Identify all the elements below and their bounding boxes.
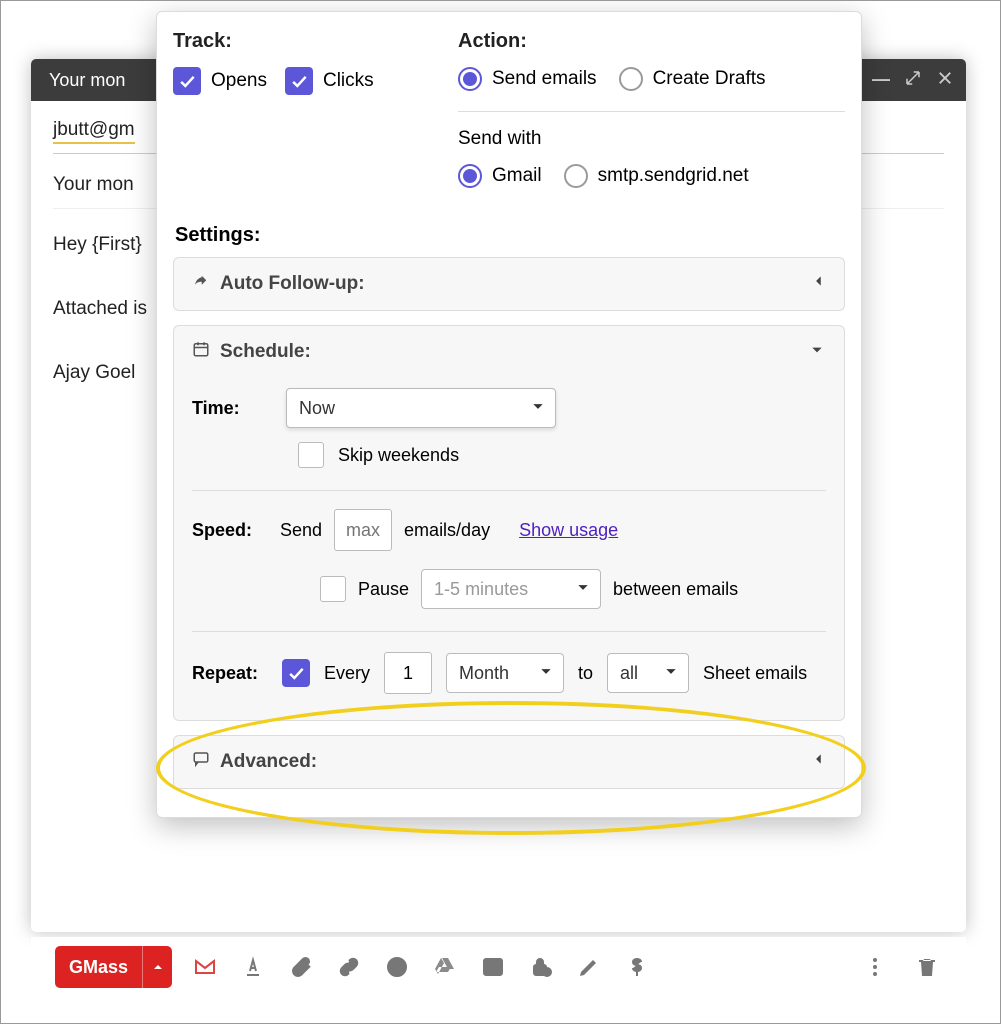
pause-interval-select[interactable]: 1-5 minutes xyxy=(421,569,601,609)
time-select[interactable]: Now xyxy=(286,388,556,428)
skip-weekends-checkbox[interactable] xyxy=(298,442,324,468)
subject-text: Your mon xyxy=(53,174,134,195)
speed-unit-text: emails/day xyxy=(404,520,490,541)
auto-followup-header[interactable]: Auto Follow-up: xyxy=(174,258,844,310)
repeat-to-text: to xyxy=(578,663,593,684)
track-label: Track: xyxy=(173,30,458,53)
opens-checkbox[interactable]: Opens xyxy=(173,67,267,95)
speed-send-text: Send xyxy=(280,520,322,541)
repeat-target-value: all xyxy=(620,663,638,684)
chevron-left-icon xyxy=(812,272,826,296)
clicks-label: Clicks xyxy=(323,70,374,92)
close-icon[interactable] xyxy=(936,69,954,87)
chat-icon xyxy=(192,750,210,774)
caret-down-icon xyxy=(531,398,545,419)
action-label: Action: xyxy=(458,30,845,53)
app-frame: Your mon — jbutt@gm Your mon Hey {First}… xyxy=(0,0,1001,1024)
gmass-button[interactable]: GMass xyxy=(55,946,172,988)
image-icon[interactable] xyxy=(478,952,508,982)
skip-weekends-label: Skip weekends xyxy=(338,445,459,466)
pause-suffix: between emails xyxy=(613,579,738,600)
gmass-settings-popup: Track: Opens Clicks xyxy=(156,11,862,818)
auto-followup-label: Auto Follow-up: xyxy=(220,273,365,295)
lock-clock-icon[interactable] xyxy=(526,952,556,982)
compose-toolbar: GMass xyxy=(31,937,966,997)
settings-label: Settings: xyxy=(175,224,845,247)
pause-value: 1-5 minutes xyxy=(434,579,528,600)
repeat-unit-select[interactable]: Month xyxy=(446,653,564,693)
attachment-icon[interactable] xyxy=(286,952,316,982)
speed-label: Speed: xyxy=(192,520,268,541)
recipient-chip[interactable]: jbutt@gm xyxy=(53,119,135,144)
gmass-button-label: GMass xyxy=(55,957,142,978)
repeat-target-select[interactable]: all xyxy=(607,653,689,693)
checkbox-checked-icon xyxy=(173,67,201,95)
advanced-panel: Advanced: xyxy=(173,735,845,789)
share-icon xyxy=(192,272,210,296)
caret-down-icon xyxy=(576,579,590,600)
trash-icon[interactable] xyxy=(912,952,942,982)
create-drafts-radio[interactable]: Create Drafts xyxy=(619,67,766,91)
time-label: Time: xyxy=(192,398,268,419)
chevron-left-icon xyxy=(812,750,826,774)
gmass-dropdown-toggle[interactable] xyxy=(142,946,172,988)
radio-selected-icon xyxy=(458,67,482,91)
smtp-radio[interactable]: smtp.sendgrid.net xyxy=(564,164,749,188)
schedule-panel: Schedule: Time: Now Skip weekends xyxy=(173,325,845,721)
emoji-icon[interactable] xyxy=(382,952,412,982)
clicks-checkbox[interactable]: Clicks xyxy=(285,67,374,95)
advanced-header[interactable]: Advanced: xyxy=(174,736,844,788)
divider xyxy=(192,631,826,632)
gmail-label: Gmail xyxy=(492,165,542,187)
repeat-suffix: Sheet emails xyxy=(703,663,807,684)
caret-down-icon xyxy=(664,663,678,684)
smtp-label: smtp.sendgrid.net xyxy=(598,165,749,187)
link-icon[interactable] xyxy=(334,952,364,982)
create-drafts-label: Create Drafts xyxy=(653,68,766,90)
schedule-label: Schedule: xyxy=(220,341,311,363)
radio-icon xyxy=(619,67,643,91)
checkbox-checked-icon xyxy=(285,67,313,95)
repeat-label: Repeat: xyxy=(192,663,268,684)
pause-label: Pause xyxy=(358,579,409,600)
send-emails-label: Send emails xyxy=(492,68,597,90)
calendar-icon xyxy=(192,340,210,364)
repeat-checkbox[interactable] xyxy=(282,659,310,687)
radio-icon xyxy=(564,164,588,188)
drive-icon[interactable] xyxy=(430,952,460,982)
chevron-down-icon xyxy=(808,341,826,363)
repeat-every-text: Every xyxy=(324,663,370,684)
auto-followup-panel: Auto Follow-up: xyxy=(173,257,845,311)
gmail-m-icon[interactable] xyxy=(190,952,220,982)
dollar-icon[interactable] xyxy=(622,952,652,982)
pen-icon[interactable] xyxy=(574,952,604,982)
schedule-header[interactable]: Schedule: xyxy=(174,326,844,378)
more-icon[interactable] xyxy=(860,952,890,982)
radio-selected-icon xyxy=(458,164,482,188)
send-emails-radio[interactable]: Send emails xyxy=(458,67,597,91)
advanced-label: Advanced: xyxy=(220,751,317,773)
gmail-radio[interactable]: Gmail xyxy=(458,164,542,188)
compose-title: Your mon xyxy=(49,70,125,91)
send-with-label: Send with xyxy=(458,128,845,150)
repeat-unit-value: Month xyxy=(459,663,509,684)
divider xyxy=(192,490,826,491)
pause-checkbox[interactable] xyxy=(320,576,346,602)
caret-down-icon xyxy=(539,663,553,684)
show-usage-link[interactable]: Show usage xyxy=(519,520,618,541)
time-value: Now xyxy=(299,398,335,419)
max-emails-input[interactable] xyxy=(334,509,392,551)
minimize-icon[interactable]: — xyxy=(872,69,890,90)
format-text-icon[interactable] xyxy=(238,952,268,982)
fullscreen-icon[interactable] xyxy=(904,69,922,87)
divider xyxy=(458,111,845,112)
opens-label: Opens xyxy=(211,70,267,92)
repeat-count-input[interactable] xyxy=(384,652,432,694)
